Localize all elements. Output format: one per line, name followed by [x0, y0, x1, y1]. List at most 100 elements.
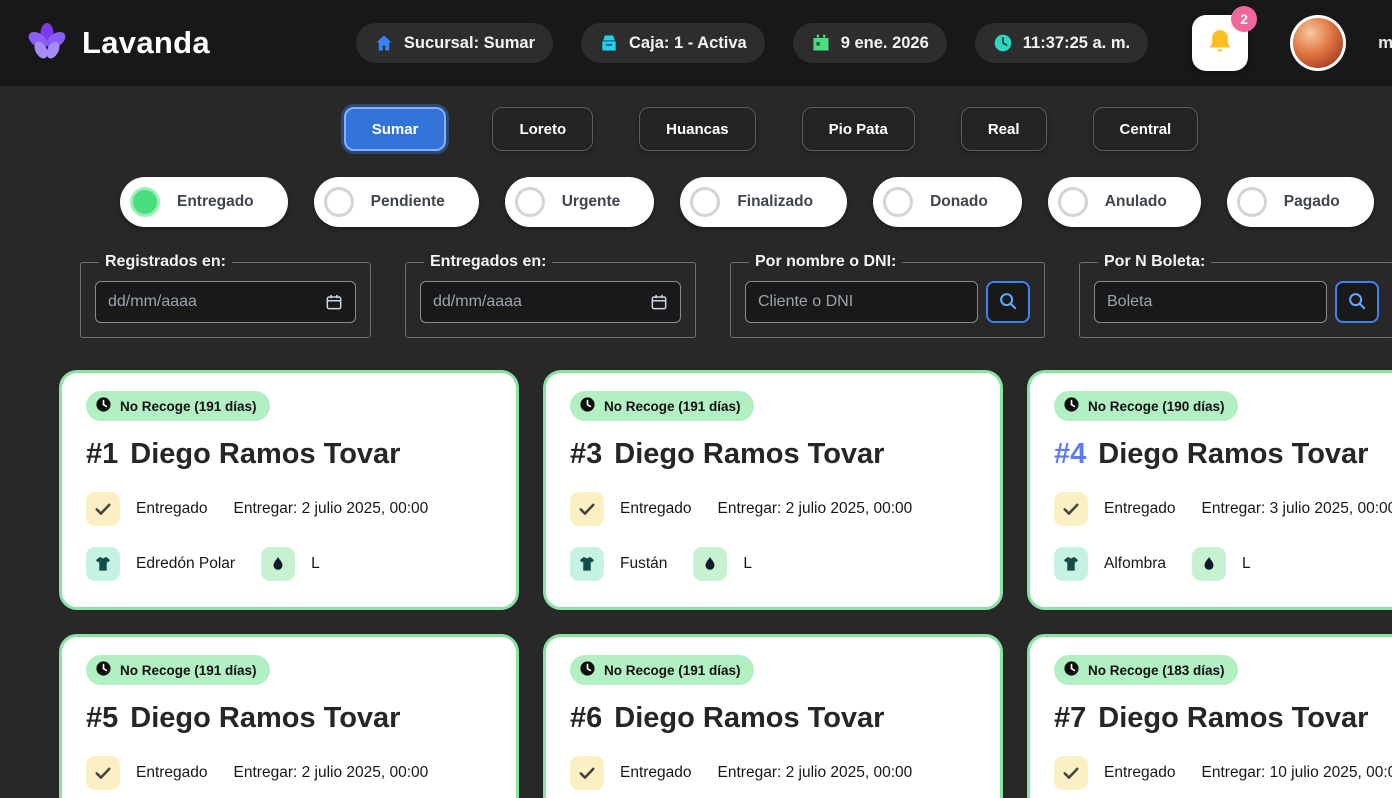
- droplet-icon: [1192, 547, 1226, 581]
- filter-label: Entregado: [177, 193, 254, 211]
- header-status-pills: Sucursal: Sumar Caja: 1 - Activa 9 ene. …: [356, 23, 1148, 63]
- order-title: #1 Diego Ramos Tovar: [86, 438, 492, 471]
- customer-name: Diego Ramos Tovar: [1098, 702, 1368, 735]
- cash-register-pill[interactable]: Caja: 1 - Activa: [581, 23, 765, 63]
- name-dni-search-button[interactable]: [986, 281, 1030, 323]
- order-title: #5 Diego Ramos Tovar: [86, 702, 492, 735]
- order-status: Entregado: [620, 500, 692, 518]
- filter-label: Pagado: [1284, 193, 1340, 211]
- filter-entregado[interactable]: Entregado: [120, 177, 288, 227]
- user-avatar-photo: [1293, 18, 1343, 68]
- item-size: L: [1242, 555, 1251, 573]
- filter-pagado[interactable]: Pagado: [1227, 177, 1374, 227]
- tab-loreto[interactable]: Loreto: [492, 107, 593, 151]
- status-row: Entregado Entregar: 2 julio 2025, 00:00: [570, 492, 976, 526]
- registered-date-input[interactable]: [95, 281, 356, 323]
- no-recoge-badge: No Recoge (191 días): [570, 391, 754, 421]
- filter-label: Anulado: [1105, 193, 1167, 211]
- status-row: Entregado Entregar: 10 julio 2025, 00:00: [1054, 756, 1392, 790]
- home-icon: [374, 33, 394, 53]
- order-number: #7: [1054, 702, 1086, 735]
- no-recoge-badge: No Recoge (191 días): [86, 391, 270, 421]
- no-recoge-badge-label: No Recoge (191 días): [120, 663, 257, 678]
- order-card[interactable]: No Recoge (191 días) #5 Diego Ramos Tova…: [59, 634, 519, 798]
- order-number: #6: [570, 702, 602, 735]
- deliver-date: Entregar: 2 julio 2025, 00:00: [718, 764, 913, 782]
- date-pill[interactable]: 9 ene. 2026: [793, 23, 947, 63]
- deliver-date: Entregar: 2 julio 2025, 00:00: [718, 500, 913, 518]
- time-pill-label: 11:37:25 a. m.: [1023, 34, 1130, 53]
- date-pill-label: 9 ene. 2026: [841, 34, 929, 53]
- filter-pendiente[interactable]: Pendiente: [314, 177, 479, 227]
- filter-anulado[interactable]: Anulado: [1048, 177, 1201, 227]
- radio-icon: [883, 187, 913, 217]
- order-number: #3: [570, 438, 602, 471]
- lavanda-logo-icon: [24, 20, 70, 66]
- filter-urgente[interactable]: Urgente: [505, 177, 655, 227]
- item-row: Alfombra L: [1054, 547, 1392, 581]
- check-icon: [1054, 492, 1088, 526]
- radio-icon: [1237, 187, 1267, 217]
- customer-name: Diego Ramos Tovar: [130, 438, 400, 471]
- tab-real[interactable]: Real: [961, 107, 1047, 151]
- order-card[interactable]: No Recoge (191 días) #3 Diego Ramos Tova…: [543, 370, 1003, 610]
- no-recoge-badge: No Recoge (191 días): [570, 655, 754, 685]
- name-dni-legend: Por nombre o DNI:: [749, 253, 902, 271]
- order-card[interactable]: No Recoge (190 días) #4 Diego Ramos Tova…: [1027, 370, 1392, 610]
- order-card[interactable]: No Recoge (191 días) #6 Diego Ramos Tova…: [543, 634, 1003, 798]
- app-title: Lavanda: [82, 25, 210, 61]
- shirt-icon: [86, 547, 120, 581]
- filter-finalizado[interactable]: Finalizado: [680, 177, 847, 227]
- time-pill[interactable]: 11:37:25 a. m.: [975, 23, 1148, 63]
- customer-name: Diego Ramos Tovar: [130, 702, 400, 735]
- registered-date-filter: Registrados en:: [80, 253, 371, 338]
- tab-huancas[interactable]: Huancas: [639, 107, 756, 151]
- check-icon: [86, 492, 120, 526]
- name-dni-input[interactable]: [745, 281, 978, 323]
- boleta-search-button[interactable]: [1335, 281, 1379, 323]
- branch-pill[interactable]: Sucursal: Sumar: [356, 23, 553, 63]
- clock-badge-icon: [579, 660, 596, 680]
- no-recoge-badge: No Recoge (191 días): [86, 655, 270, 685]
- no-recoge-badge-label: No Recoge (183 días): [1088, 663, 1225, 678]
- no-recoge-badge: No Recoge (183 días): [1054, 655, 1238, 685]
- filter-donado[interactable]: Donado: [873, 177, 1022, 227]
- deliver-date: Entregar: 2 julio 2025, 00:00: [234, 764, 429, 782]
- radio-icon: [690, 187, 720, 217]
- order-status: Entregado: [620, 764, 692, 782]
- delivered-date-input[interactable]: [420, 281, 681, 323]
- bell-icon: [1205, 27, 1235, 60]
- delivered-date-legend: Entregados en:: [424, 253, 552, 271]
- order-status: Entregado: [136, 764, 208, 782]
- order-number: #5: [86, 702, 118, 735]
- order-card[interactable]: No Recoge (183 días) #7 Diego Ramos Tova…: [1027, 634, 1392, 798]
- radio-selected-icon: [130, 187, 160, 217]
- order-status: Entregado: [1104, 500, 1176, 518]
- user-avatar[interactable]: [1290, 15, 1346, 71]
- radio-icon: [1058, 187, 1088, 217]
- item-row: Fustán L: [570, 547, 976, 581]
- radio-icon: [515, 187, 545, 217]
- no-recoge-badge-label: No Recoge (190 días): [1088, 399, 1225, 414]
- droplet-icon: [693, 547, 727, 581]
- clock-icon: [993, 33, 1013, 53]
- tab-sumar[interactable]: Sumar: [344, 107, 447, 151]
- filter-label: Urgente: [562, 193, 621, 211]
- tab-pio-pata[interactable]: Pio Pata: [802, 107, 915, 151]
- customer-name: Diego Ramos Tovar: [614, 438, 884, 471]
- boleta-input[interactable]: [1094, 281, 1327, 323]
- tab-central[interactable]: Central: [1093, 107, 1199, 151]
- item-name: Fustán: [620, 555, 667, 573]
- order-title: #4 Diego Ramos Tovar: [1054, 438, 1392, 471]
- no-recoge-badge-label: No Recoge (191 días): [120, 399, 257, 414]
- notifications-button[interactable]: 2: [1192, 15, 1248, 71]
- delivered-date-filter: Entregados en:: [405, 253, 696, 338]
- order-card[interactable]: No Recoge (191 días) #1 Diego Ramos Tova…: [59, 370, 519, 610]
- deliver-date: Entregar: 2 julio 2025, 00:00: [234, 500, 429, 518]
- order-number: #1: [86, 438, 118, 471]
- droplet-icon: [261, 547, 295, 581]
- status-row: Entregado Entregar: 2 julio 2025, 00:00: [86, 756, 492, 790]
- no-recoge-badge-label: No Recoge (191 días): [604, 663, 741, 678]
- search-icon: [1346, 290, 1368, 315]
- shirt-icon: [570, 547, 604, 581]
